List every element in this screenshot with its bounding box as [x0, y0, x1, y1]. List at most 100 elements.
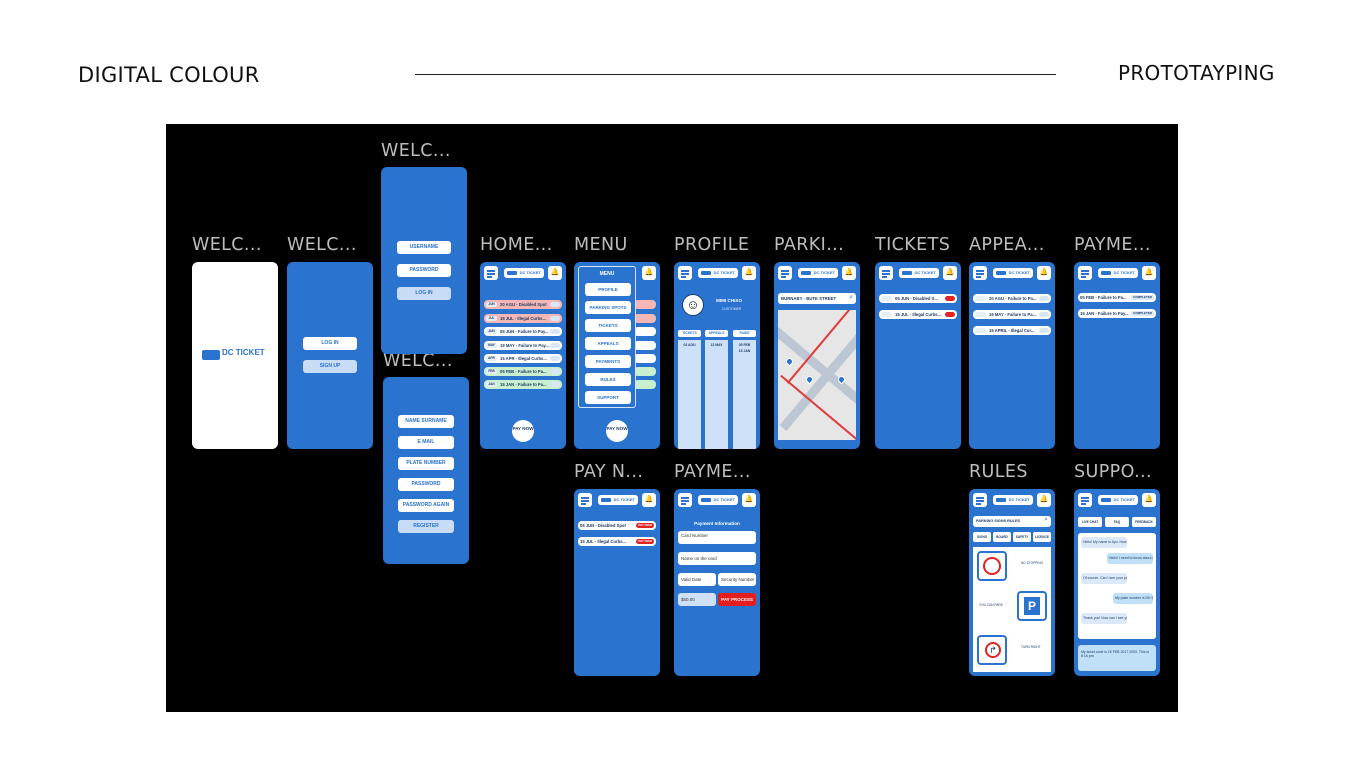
unpaid-ticket-row[interactable]: 05 JUN - Disabled Spot PAY NOW	[578, 521, 656, 530]
tickets-frame[interactable]: DC TICKET 🔔 05 JUN - Disabled S... 15 JU…	[875, 262, 961, 449]
rules-frame[interactable]: DC TICKET 🔔 PARKING SIGNS RULES ⌕ SIGNS …	[969, 489, 1055, 676]
tab-tickets[interactable]: TICKETS	[678, 330, 701, 337]
signup-button[interactable]: SIGN UP	[303, 360, 357, 373]
menu-item-payments[interactable]: PAYMENTS	[585, 355, 631, 368]
tab-paids[interactable]: PAIDS	[733, 330, 756, 337]
appeals-frame[interactable]: DC TICKET 🔔 20 AGU - Failure to Pa... 19…	[969, 262, 1055, 449]
ticket-row[interactable]: 15 JUL - Illegal Curbs...	[879, 310, 957, 319]
map-pin-icon[interactable]	[784, 356, 795, 367]
parking-search-input[interactable]: BURNABY - BUTE STREET	[778, 293, 856, 304]
pay-process-button[interactable]: PAY PROCESS	[718, 593, 756, 606]
pay-now-button[interactable]: PAY NOW	[512, 420, 534, 442]
menu-frame[interactable]: 🔔 MENU PROFILE PARKING SPOTS TICKETS APP…	[574, 262, 660, 449]
frame-label-payments[interactable]: PAYME...	[1074, 235, 1151, 255]
frame-label-login[interactable]: WELC...	[381, 141, 451, 161]
register-frame[interactable]: NAME SURNAME E MAIL PLATE NUMBER PASSWOR…	[383, 377, 469, 564]
plate-field[interactable]: PLATE NUMBER	[398, 457, 454, 470]
hamburger-icon[interactable]	[879, 266, 893, 280]
hamburger-icon[interactable]	[1078, 266, 1092, 280]
password-field[interactable]: PASSWORD	[398, 478, 454, 491]
home-frame[interactable]: DC TICKET 🔔 JUN 20 AGU - Disabled Spot JU…	[480, 262, 566, 449]
frame-label-home[interactable]: HOME...	[480, 235, 553, 255]
frame-label-welcome[interactable]: WELC...	[287, 235, 357, 255]
menu-item-parking-spots[interactable]: PARKING SPOTS	[585, 301, 631, 314]
bell-icon[interactable]: 🔔	[642, 493, 656, 507]
ticket-row[interactable]: FEB 05 FEB - Failure to Pa...	[484, 367, 562, 376]
frame-label-rules[interactable]: RULES	[969, 462, 1028, 482]
tab-board[interactable]: BOARD	[993, 532, 1011, 542]
splash-frame[interactable]: DC TICKET	[192, 262, 278, 449]
appeal-row[interactable]: 20 AGU - Failure to Pa...	[973, 294, 1051, 303]
tab-appeals[interactable]: APPEALS	[705, 330, 728, 337]
bell-icon[interactable]: 🔔	[943, 266, 957, 280]
bell-icon[interactable]: 🔔	[1037, 493, 1051, 507]
hamburger-icon[interactable]	[973, 266, 987, 280]
ticket-row[interactable]: JUN 05 JUN - Failure to Pay...	[484, 327, 562, 336]
payment-form-frame[interactable]: DC TICKET 🔔 Payment Information Card Num…	[674, 489, 760, 676]
bell-icon[interactable]: 🔔	[1142, 266, 1156, 280]
chat-input[interactable]: My ticket code is 16 FEB 2017 2000. This…	[1078, 645, 1156, 671]
hamburger-icon[interactable]	[973, 493, 987, 507]
frame-label-splash[interactable]: WELC...	[192, 235, 262, 255]
bell-icon[interactable]: 🔔	[742, 493, 756, 507]
tab-feedback[interactable]: FEEDBACK	[1132, 517, 1156, 527]
rules-search-input[interactable]: PARKING SIGNS RULES	[973, 516, 1051, 527]
bell-icon[interactable]: 🔔	[642, 266, 656, 280]
hamburger-icon[interactable]	[484, 266, 498, 280]
ticket-row[interactable]: JAN 15 JAN - Failure to Pa...	[484, 380, 562, 389]
map-pin-icon[interactable]	[804, 374, 815, 385]
ticket-row[interactable]: JUL 15 JUL - Illegal Curbs...	[484, 314, 562, 323]
parking-frame[interactable]: DC TICKET 🔔 BURNABY - BUTE STREET ⌕	[774, 262, 860, 449]
hamburger-icon[interactable]	[678, 266, 692, 280]
password-again-field[interactable]: PASSWORD AGAIN	[398, 499, 454, 512]
appeal-row[interactable]: 15 APRIL - Illegal Cur...	[973, 326, 1051, 335]
bell-icon[interactable]: 🔔	[842, 266, 856, 280]
valid-date-input[interactable]: Valid Date	[678, 573, 716, 586]
frame-label-appeals[interactable]: APPEA...	[969, 235, 1045, 255]
payment-row[interactable]: 05 FEB - Failure to Pa... COMPLETED	[1078, 293, 1156, 302]
search-icon[interactable]: ⌕	[849, 294, 853, 302]
welcome-frame[interactable]: LOG IN SIGN UP	[287, 262, 373, 449]
tab-faq[interactable]: FAQ	[1105, 517, 1129, 527]
bell-icon[interactable]: 🔔	[1037, 266, 1051, 280]
tab-licence[interactable]: LICENCE	[1033, 532, 1051, 542]
frame-label-tickets[interactable]: TICKETS	[875, 235, 950, 255]
frame-label-parking[interactable]: PARKI...	[774, 235, 844, 255]
ticket-row[interactable]: JUN 20 AGU - Disabled Spot	[484, 300, 562, 309]
name-field[interactable]: NAME SURNAME	[398, 415, 454, 428]
tab-safety[interactable]: SAFETY	[1013, 532, 1031, 542]
tab-signs[interactable]: SIGNS	[973, 532, 991, 542]
pay-now-badge[interactable]: PAY NOW	[636, 539, 654, 544]
menu-item-tickets[interactable]: TICKETS	[585, 319, 631, 332]
frame-label-menu[interactable]: MENU	[574, 235, 628, 255]
menu-item-support[interactable]: SUPPORT	[585, 391, 631, 404]
card-number-input[interactable]: Card Number	[678, 531, 756, 544]
email-field[interactable]: E MAIL	[398, 436, 454, 449]
tab-live-chat[interactable]: LIVE CHAT	[1078, 517, 1102, 527]
hamburger-icon[interactable]	[578, 493, 592, 507]
frame-label-register[interactable]: WELC...	[383, 351, 453, 371]
frame-label-support[interactable]: SUPPO...	[1074, 462, 1152, 482]
bell-icon[interactable]: 🔔	[1142, 493, 1156, 507]
register-button[interactable]: REGISTER	[398, 520, 454, 533]
frame-label-paynow[interactable]: PAY N...	[574, 462, 643, 482]
appeal-row[interactable]: 19 MAY - Failure to Pa...	[973, 310, 1051, 319]
search-icon[interactable]: ⌕	[1044, 516, 1048, 524]
password-field[interactable]: PASSWORD	[397, 264, 451, 277]
frame-label-payment-form[interactable]: PAYME...	[674, 462, 751, 482]
login-submit-button[interactable]: LOG IN	[397, 287, 451, 300]
hamburger-icon[interactable]	[778, 266, 792, 280]
pay-now-badge[interactable]: PAY NOW	[636, 523, 654, 528]
profile-frame[interactable]: DC TICKET 🔔 ☺ MIMI CHIXO CUSTOMER TICKET…	[674, 262, 760, 449]
login-button[interactable]: LOG IN	[303, 337, 357, 350]
username-field[interactable]: USERNAME	[397, 241, 451, 254]
menu-item-appeals[interactable]: APPEALS	[585, 337, 631, 350]
paynow-frame[interactable]: DC TICKET 🔔 05 JUN - Disabled Spot PAY NO…	[574, 489, 660, 676]
frame-label-profile[interactable]: PROFILE	[674, 235, 749, 255]
menu-item-rules[interactable]: RULES	[585, 373, 631, 386]
ticket-row[interactable]: MAY 19 MAY - Failure to Pay...	[484, 341, 562, 350]
payments-frame[interactable]: DC TICKET 🔔 05 FEB - Failure to Pa... COM…	[1074, 262, 1160, 449]
payment-row[interactable]: 15 JAN - Failure to Pay... COMPLETED	[1078, 309, 1156, 318]
parking-map[interactable]	[778, 310, 856, 440]
ticket-row[interactable]: APR 15 APR - Illegal Curbs...	[484, 354, 562, 363]
